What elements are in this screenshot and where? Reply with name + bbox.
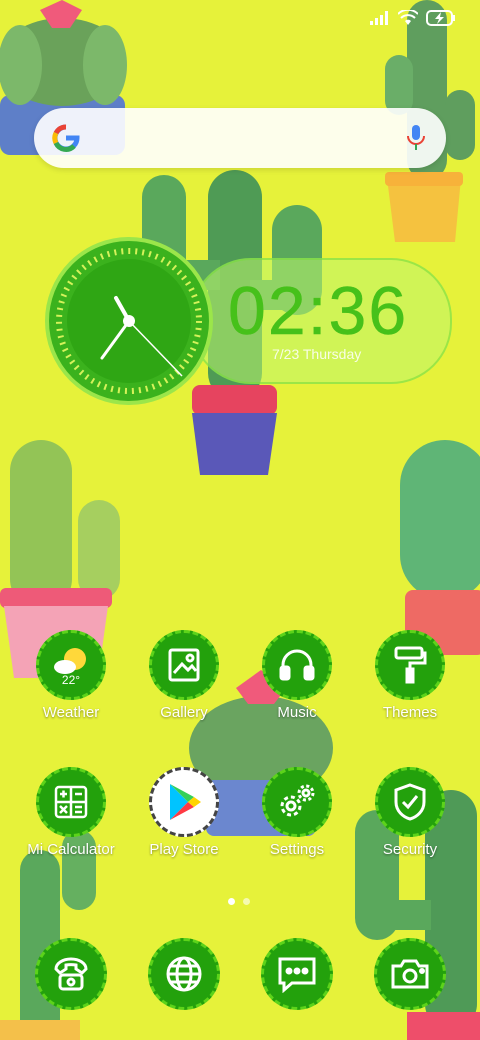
app-settings[interactable]: Settings bbox=[242, 767, 352, 858]
shield-check-icon bbox=[375, 767, 445, 837]
app-gallery[interactable]: Gallery bbox=[129, 630, 239, 721]
browser-globe-icon bbox=[148, 938, 220, 1010]
google-logo-icon bbox=[52, 124, 80, 152]
paint-roller-icon bbox=[375, 630, 445, 700]
app-mi-calculator[interactable]: Mi Calculator bbox=[16, 767, 126, 858]
phone-icon bbox=[35, 938, 107, 1010]
app-label: Gallery bbox=[160, 704, 208, 721]
battery-charging-icon bbox=[426, 10, 455, 26]
app-label: Settings bbox=[269, 841, 325, 858]
microphone-icon[interactable] bbox=[406, 124, 426, 152]
app-security[interactable]: Security bbox=[355, 767, 465, 858]
analog-clock-icon[interactable] bbox=[44, 236, 214, 406]
app-label: Security bbox=[382, 841, 438, 858]
google-search-bar[interactable] bbox=[34, 108, 446, 168]
app-music[interactable]: Music bbox=[242, 630, 352, 721]
wifi-icon bbox=[398, 10, 418, 25]
messages-icon bbox=[261, 938, 333, 1010]
play-store-icon bbox=[149, 767, 219, 837]
page-dot[interactable] bbox=[243, 898, 250, 905]
page-dot-active bbox=[228, 898, 235, 905]
app-themes[interactable]: Themes bbox=[355, 630, 465, 721]
app-label: Weather bbox=[42, 704, 100, 721]
clock-date: 7/23 Thursday bbox=[272, 346, 362, 362]
page-indicator bbox=[228, 898, 250, 905]
app-label: Play Store bbox=[149, 841, 219, 858]
app-label: Themes bbox=[382, 704, 438, 721]
headphones-icon bbox=[262, 630, 332, 700]
camera-icon bbox=[374, 938, 446, 1010]
app-weather[interactable]: 22° Weather bbox=[16, 630, 126, 721]
dock-phone[interactable] bbox=[16, 938, 126, 1010]
calculator-icon bbox=[36, 767, 106, 837]
weather-temperature: 22° bbox=[61, 673, 81, 687]
signal-icon bbox=[370, 11, 388, 25]
digital-clock-time: 02:36 bbox=[228, 273, 409, 350]
gallery-icon bbox=[149, 630, 219, 700]
app-play-store[interactable]: Play Store bbox=[129, 767, 239, 858]
dock-camera[interactable] bbox=[355, 938, 465, 1010]
dock-browser[interactable] bbox=[129, 938, 239, 1010]
weather-icon: 22° bbox=[36, 630, 106, 700]
status-bar bbox=[370, 10, 456, 26]
app-label: Music bbox=[277, 704, 317, 721]
app-label: Mi Calculator bbox=[27, 841, 115, 858]
gear-icon bbox=[262, 767, 332, 837]
cactus-right-decoration bbox=[400, 440, 480, 655]
dock-messages[interactable] bbox=[242, 938, 352, 1010]
